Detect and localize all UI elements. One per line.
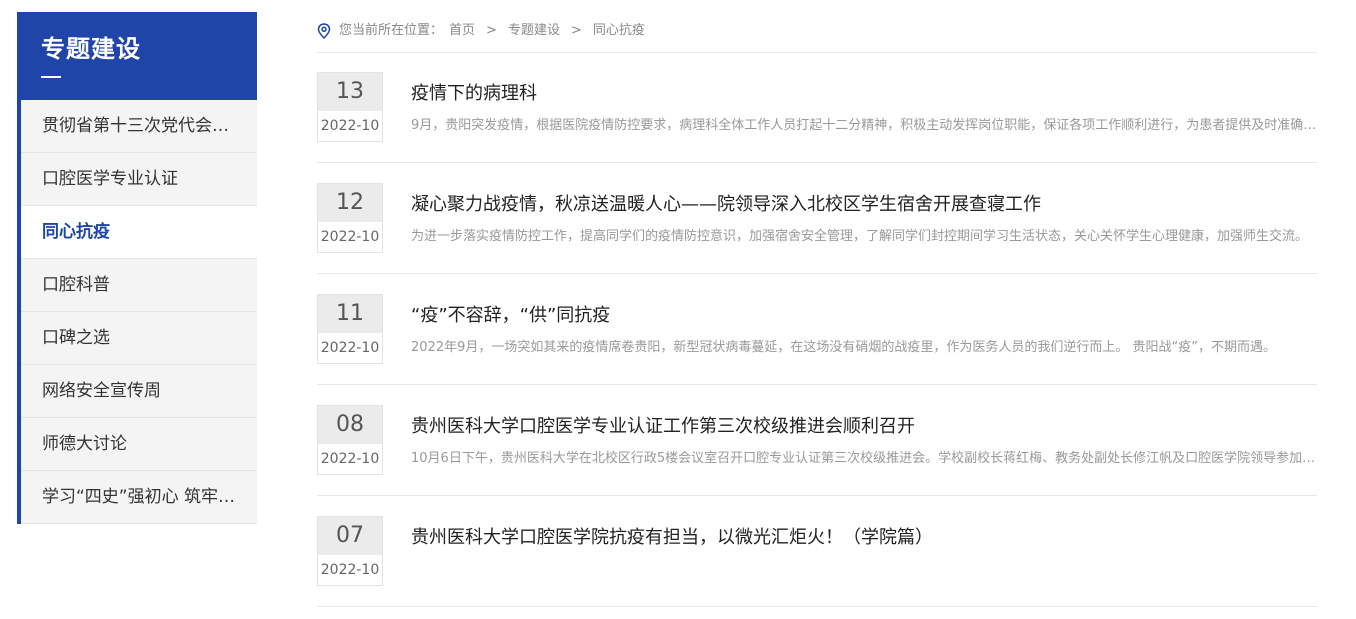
news-summary: 10月6日下午，贵州医科大学在北校区行政5楼会议室召开口腔专业认证第三次校级推进…: [411, 451, 1317, 466]
list-item: 12 2022-10 凝心聚力战疫情，秋凉送温暖人心——院领导深入北校区学生宿舍…: [317, 163, 1317, 274]
breadcrumb: 您当前所在位置： 首页 > 专题建设 > 同心抗疫: [317, 20, 1317, 53]
news-title-link[interactable]: 疫情下的病理科: [411, 82, 1317, 106]
news-summary: 2022年9月，一场突如其来的疫情席卷贵阳，新型冠状病毒蔓延，在这场没有硝烟的战…: [411, 340, 1276, 355]
date-box: 13 2022-10: [317, 72, 383, 142]
sidebar-item-four-histories[interactable]: 学习“四史”强初心 筑牢使命: [21, 471, 257, 524]
date-day: 13: [318, 73, 382, 111]
breadcrumb-separator: >: [570, 23, 582, 38]
breadcrumb-prefix: 您当前所在位置：: [339, 23, 444, 38]
news-title-link[interactable]: 贵州医科大学口腔医学专业认证工作第三次校级推进会顺利召开: [411, 415, 1317, 439]
date-day: 07: [318, 517, 382, 555]
sidebar-menu: 贯彻省第十三次党代会精神 口腔医学专业认证 同心抗疫 口腔科普 口碑之选 网络安…: [17, 100, 257, 524]
location-pin-icon: [317, 23, 331, 39]
breadcrumb-separator: >: [486, 23, 497, 38]
date-year-month: 2022-10: [320, 451, 380, 467]
sidebar-item-ethics-discussion[interactable]: 师德大讨论: [21, 418, 257, 471]
sidebar-item-party-congress[interactable]: 贯彻省第十三次党代会精神: [21, 100, 257, 153]
sidebar-item-certification[interactable]: 口腔医学专业认证: [21, 153, 257, 206]
breadcrumb-topics[interactable]: 专题建设: [508, 20, 560, 42]
sidebar-item-dental-science[interactable]: 口腔科普: [21, 259, 257, 312]
news-title-link[interactable]: 贵州医科大学口腔医学院抗疫有担当，以微光汇炬火！（学院篇）: [411, 526, 1317, 550]
list-item: 11 2022-10 “疫”不容辞，“供”同抗疫 2022年9月，一场突如其来的…: [317, 274, 1317, 385]
date-box: 12 2022-10: [317, 183, 383, 253]
news-title-link[interactable]: 凝心聚力战疫情，秋凉送温暖人心——院领导深入北校区学生宿舍开展查寝工作: [411, 193, 1317, 217]
date-day: 08: [318, 406, 382, 444]
date-box: 11 2022-10: [317, 294, 383, 364]
breadcrumb-current[interactable]: 同心抗疫: [593, 20, 645, 42]
date-year-month: 2022-10: [320, 340, 380, 356]
sidebar-title-underline: [41, 76, 61, 78]
news-summary: 为进一步落实疫情防控工作，提高同学们的疫情防控意识，加强宿舍安全管理，了解同学们…: [411, 229, 1309, 244]
date-year-month: 2022-10: [320, 229, 380, 245]
list-item: 13 2022-10 疫情下的病理科 9月，贵阳突发疫情，根据医院疫情防控要求，…: [317, 52, 1317, 163]
date-day: 12: [318, 184, 382, 222]
date-year-month: 2022-10: [320, 118, 380, 134]
date-year-month: 2022-10: [320, 562, 380, 578]
date-day: 11: [318, 295, 382, 333]
news-list: 13 2022-10 疫情下的病理科 9月，贵阳突发疫情，根据医院疫情防控要求，…: [317, 52, 1317, 607]
list-item: 07 2022-10 贵州医科大学口腔医学院抗疫有担当，以微光汇炬火！（学院篇）: [317, 496, 1317, 607]
news-summary: 9月，贵阳突发疫情，根据医院疫情防控要求，病理科全体工作人员打起十二分精神，积极…: [411, 118, 1317, 133]
sidebar: 专题建设 贯彻省第十三次党代会精神 口腔医学专业认证 同心抗疫 口腔科普 口碑之…: [17, 12, 257, 524]
news-title-link[interactable]: “疫”不容辞，“供”同抗疫: [411, 304, 1317, 328]
breadcrumb-home[interactable]: 首页: [449, 20, 475, 42]
sidebar-title: 专题建设: [41, 35, 141, 63]
sidebar-item-reputation[interactable]: 口碑之选: [21, 312, 257, 365]
sidebar-header: 专题建设: [17, 12, 257, 100]
sidebar-item-anti-epidemic[interactable]: 同心抗疫: [21, 206, 257, 259]
date-box: 08 2022-10: [317, 405, 383, 475]
date-box: 07 2022-10: [317, 516, 383, 586]
list-item: 08 2022-10 贵州医科大学口腔医学专业认证工作第三次校级推进会顺利召开 …: [317, 385, 1317, 496]
sidebar-item-cyber-security[interactable]: 网络安全宣传周: [21, 365, 257, 418]
